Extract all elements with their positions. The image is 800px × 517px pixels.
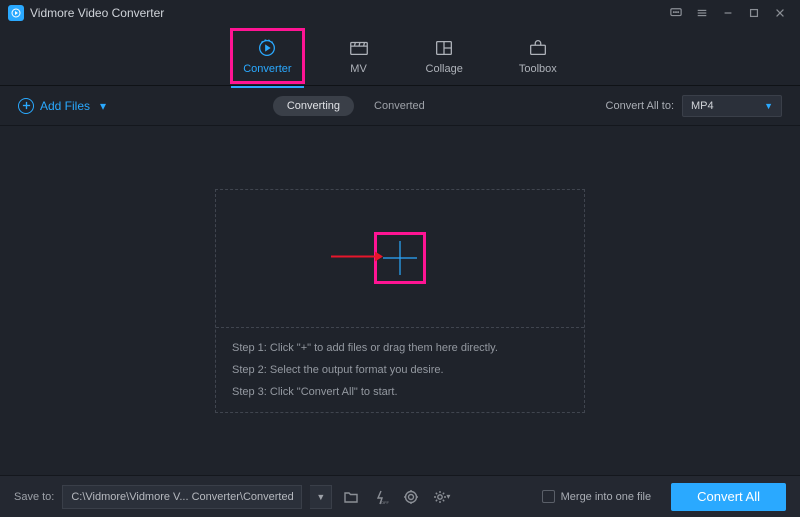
add-files-button[interactable]: Add Files ▾ [18,98,106,114]
footer: Save to: C:\Vidmore\Vidmore V... Convert… [0,475,800,517]
checkbox-icon [542,490,555,503]
tab-label: Converter [243,63,291,75]
output-format-select[interactable]: MP4 ▼ [682,95,782,117]
minimize-icon[interactable] [716,3,740,23]
app-logo [8,5,24,21]
tab-converted[interactable]: Converted [360,96,439,116]
tab-converter[interactable]: Converter [235,33,299,79]
save-path-field[interactable]: C:\Vidmore\Vidmore V... Converter\Conver… [62,485,302,509]
svg-text:OFF: OFF [381,500,389,505]
dropzone-instructions: Step 1: Click "+" to add files or drag t… [216,327,584,412]
tab-mv[interactable]: MV [340,33,378,79]
merge-label: Merge into one file [561,491,652,503]
highlight-arrow [331,251,383,266]
convert-all-button[interactable]: Convert All [671,483,786,511]
save-to-label: Save to: [14,491,54,503]
main-tabs: Converter MV Collage Toolbox [0,26,800,86]
settings-icon[interactable]: ▾ [430,486,452,508]
app-title: Vidmore Video Converter [30,6,164,20]
chevron-down-icon: ▼ [764,101,773,111]
step-text: Step 3: Click "Convert All" to start. [232,386,568,398]
tab-converting[interactable]: Converting [273,96,354,116]
tab-toolbox[interactable]: Toolbox [511,33,565,79]
menu-icon[interactable] [690,3,714,23]
close-icon[interactable] [768,3,792,23]
chevron-down-icon: ▾ [100,99,106,113]
titlebar: Vidmore Video Converter [0,0,800,26]
tab-label: MV [350,63,367,75]
step-text: Step 2: Select the output format you des… [232,364,568,376]
open-folder-icon[interactable] [340,486,362,508]
merge-checkbox[interactable]: Merge into one file [542,490,652,503]
add-file-plus-button[interactable] [377,235,423,281]
hardware-accel-icon[interactable]: OFF [370,486,392,508]
output-format-value: MP4 [691,100,714,112]
tab-label: Toolbox [519,63,557,75]
dropzone-upper [216,190,584,327]
dropzone[interactable]: Step 1: Click "+" to add files or drag t… [215,189,585,413]
feedback-icon[interactable] [664,3,688,23]
add-files-label: Add Files [40,99,90,113]
maximize-icon[interactable] [742,3,766,23]
tab-label: Collage [426,63,463,75]
save-path-dropdown[interactable]: ▼ [310,485,332,509]
high-speed-icon[interactable] [400,486,422,508]
tab-collage[interactable]: Collage [418,33,471,79]
convert-all-to: Convert All to: MP4 ▼ [606,95,782,117]
step-text: Step 1: Click "+" to add files or drag t… [232,342,568,354]
convert-all-to-label: Convert All to: [606,100,674,112]
toolbar: Add Files ▾ Converting Converted Convert… [0,86,800,126]
main-area: Step 1: Click "+" to add files or drag t… [0,126,800,475]
plus-circle-icon [18,98,34,114]
conversion-status-tabs: Converting Converted [273,96,439,116]
